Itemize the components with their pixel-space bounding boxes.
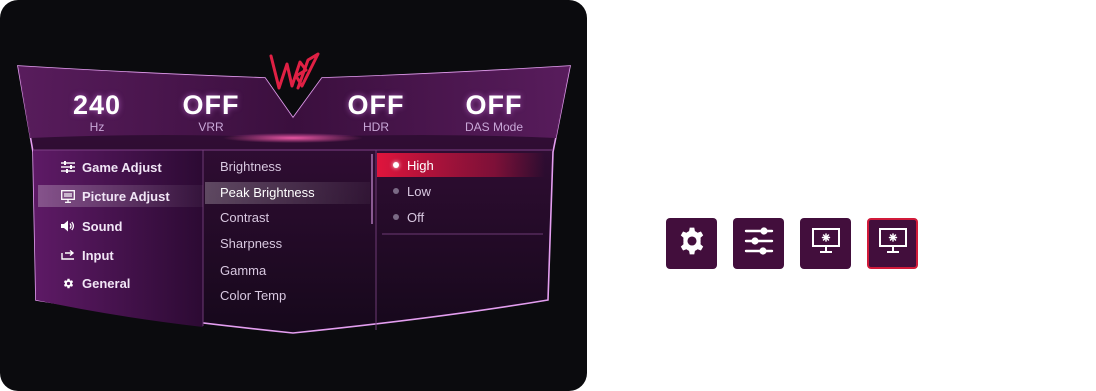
menu-item-label: Sound (82, 218, 123, 234)
picture-icon-button[interactable] (800, 218, 851, 269)
status-label: Hz (89, 120, 105, 134)
submenu-item-color-temp[interactable]: Color Temp (220, 285, 286, 307)
submenu-item-sharpness[interactable]: Sharpness (220, 233, 282, 255)
menu-item-input[interactable]: Input (60, 244, 114, 266)
status-value: 240 (72, 90, 122, 120)
menu-item-sound[interactable]: Sound (60, 215, 122, 237)
submenu-item-gamma[interactable]: Gamma (220, 260, 266, 282)
monitor-osd-screenshot: 240 Hz OFF VRR OFF HDR OFF DAS Mode Game… (0, 0, 587, 391)
status-hdr: OFF HDR (321, 90, 431, 134)
submenu-item-peak-brightness[interactable]: Peak Brightness (220, 182, 315, 204)
option-off[interactable]: Off (393, 206, 424, 228)
status-label: DAS Mode (464, 120, 524, 134)
settings-icon-button[interactable] (666, 218, 717, 269)
menu-item-label: Input (82, 247, 114, 263)
status-label: VRR (198, 120, 224, 134)
status-value: OFF (465, 90, 523, 120)
picture-icon-button-selected[interactable] (867, 218, 918, 269)
gear-icon (60, 275, 76, 291)
menu-item-game-adjust[interactable]: Game Adjust (60, 156, 162, 178)
option-high[interactable]: High (393, 154, 434, 176)
menu-item-general[interactable]: General (60, 272, 130, 294)
submenu-item-contrast[interactable]: Contrast (220, 207, 269, 229)
menu-item-label: Picture Adjust (82, 188, 170, 204)
menu-item-label: General (82, 275, 131, 291)
status-vrr: OFF VRR (156, 90, 266, 134)
status-label: HDR (363, 120, 389, 134)
menu-item-label: Game Adjust (82, 159, 162, 175)
speaker-icon (60, 218, 76, 234)
radio-dot (393, 188, 399, 194)
lg-logo-icon (269, 52, 320, 90)
sliders-icon (60, 159, 76, 175)
radio-dot (393, 214, 399, 220)
sliders-icon (743, 226, 775, 261)
status-value: OFF (347, 90, 405, 120)
monitor-brightness-icon (878, 227, 908, 260)
monitor-icon (60, 188, 76, 204)
option-label: Off (407, 209, 425, 225)
gear-icon (676, 225, 708, 262)
adjust-icon-button[interactable] (733, 218, 784, 269)
menu-item-picture-adjust[interactable]: Picture Adjust (60, 185, 170, 207)
option-label: High (407, 157, 434, 173)
radio-dot (393, 162, 399, 168)
status-das-mode: OFF DAS Mode (439, 90, 549, 134)
status-value: OFF (182, 90, 240, 120)
input-icon (60, 247, 76, 263)
option-label: Low (407, 183, 431, 199)
option-low[interactable]: Low (393, 180, 431, 202)
monitor-brightness-icon (811, 227, 841, 260)
submenu-item-brightness[interactable]: Brightness (220, 156, 281, 178)
status-refresh-rate: 240 Hz (42, 90, 152, 134)
